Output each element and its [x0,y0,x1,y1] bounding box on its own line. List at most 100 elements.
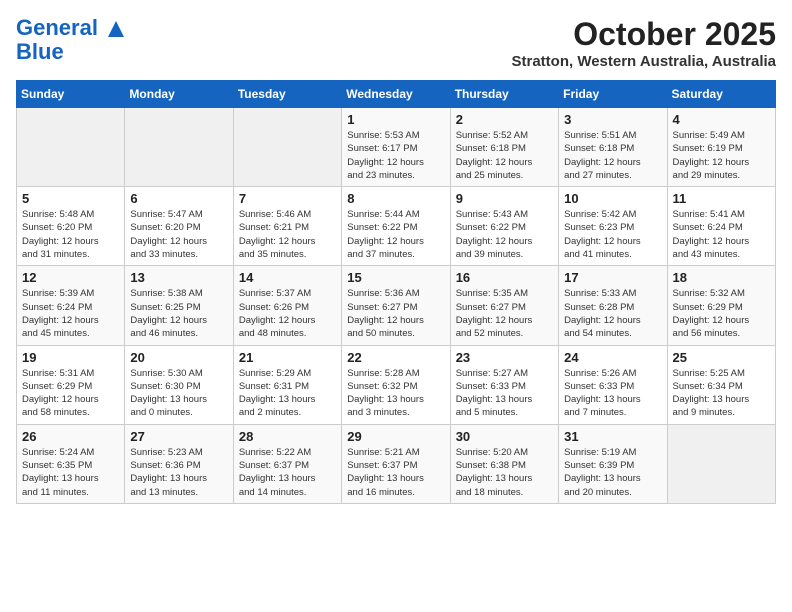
day-number: 4 [673,112,770,127]
day-number: 30 [456,429,553,444]
day-info: Sunrise: 5:37 AM Sunset: 6:26 PM Dayligh… [239,287,336,340]
calendar-cell: 4 Sunrise: 5:49 AM Sunset: 6:19 PM Daylig… [667,108,775,187]
calendar-cell: 20 Sunrise: 5:30 AM Sunset: 6:30 PM Dayli… [125,345,233,424]
day-number: 12 [22,270,119,285]
day-number: 20 [130,350,227,365]
day-number: 9 [456,191,553,206]
day-number: 8 [347,191,444,206]
location-title: Stratton, Western Australia, Australia [511,53,776,70]
calendar-cell: 23 Sunrise: 5:27 AM Sunset: 6:33 PM Dayli… [450,345,558,424]
day-number: 3 [564,112,661,127]
day-info: Sunrise: 5:44 AM Sunset: 6:22 PM Dayligh… [347,208,444,261]
day-number: 28 [239,429,336,444]
calendar-cell: 3 Sunrise: 5:51 AM Sunset: 6:18 PM Daylig… [559,108,667,187]
weekday-header-saturday: Saturday [667,81,775,108]
day-number: 7 [239,191,336,206]
day-info: Sunrise: 5:51 AM Sunset: 6:18 PM Dayligh… [564,129,661,182]
weekday-header-monday: Monday [125,81,233,108]
weekday-header-tuesday: Tuesday [233,81,341,108]
day-number: 11 [673,191,770,206]
calendar-cell: 1 Sunrise: 5:53 AM Sunset: 6:17 PM Daylig… [342,108,450,187]
month-title: October 2025 [511,16,776,53]
week-row-1: 1 Sunrise: 5:53 AM Sunset: 6:17 PM Daylig… [17,108,776,187]
calendar-cell: 26Sunrise: 5:24 AM Sunset: 6:35 PM Dayli… [17,424,125,503]
day-info: Sunrise: 5:48 AM Sunset: 6:20 PM Dayligh… [22,208,119,261]
day-info: Sunrise: 5:32 AM Sunset: 6:29 PM Dayligh… [673,287,770,340]
day-info: Sunrise: 5:28 AM Sunset: 6:32 PM Dayligh… [347,367,444,420]
day-info: Sunrise: 5:36 AM Sunset: 6:27 PM Dayligh… [347,287,444,340]
day-info: Sunrise: 5:31 AM Sunset: 6:29 PM Dayligh… [22,367,119,420]
weekday-header-row: SundayMondayTuesdayWednesdayThursdayFrid… [17,81,776,108]
calendar-cell: 14 Sunrise: 5:37 AM Sunset: 6:26 PM Dayli… [233,266,341,345]
calendar-cell: 2 Sunrise: 5:52 AM Sunset: 6:18 PM Daylig… [450,108,558,187]
day-number: 17 [564,270,661,285]
day-info: Sunrise: 5:22 AM Sunset: 6:37 PM Dayligh… [239,446,336,499]
logo-text: General [16,16,126,40]
week-row-4: 19Sunrise: 5:31 AM Sunset: 6:29 PM Dayli… [17,345,776,424]
calendar-cell [667,424,775,503]
calendar-cell [233,108,341,187]
day-number: 1 [347,112,444,127]
calendar-cell: 18 Sunrise: 5:32 AM Sunset: 6:29 PM Dayli… [667,266,775,345]
day-number: 10 [564,191,661,206]
day-info: Sunrise: 5:49 AM Sunset: 6:19 PM Dayligh… [673,129,770,182]
calendar-cell [125,108,233,187]
calendar-cell: 10 Sunrise: 5:42 AM Sunset: 6:23 PM Dayli… [559,187,667,266]
calendar-cell: 9 Sunrise: 5:43 AM Sunset: 6:22 PM Daylig… [450,187,558,266]
calendar-cell: 16 Sunrise: 5:35 AM Sunset: 6:27 PM Dayli… [450,266,558,345]
day-info: Sunrise: 5:29 AM Sunset: 6:31 PM Dayligh… [239,367,336,420]
calendar-cell: 15 Sunrise: 5:36 AM Sunset: 6:27 PM Dayli… [342,266,450,345]
day-number: 2 [456,112,553,127]
day-info: Sunrise: 5:23 AM Sunset: 6:36 PM Dayligh… [130,446,227,499]
day-info: Sunrise: 5:35 AM Sunset: 6:27 PM Dayligh… [456,287,553,340]
day-info: Sunrise: 5:52 AM Sunset: 6:18 PM Dayligh… [456,129,553,182]
week-row-2: 5 Sunrise: 5:48 AM Sunset: 6:20 PM Daylig… [17,187,776,266]
calendar-cell: 28 Sunrise: 5:22 AM Sunset: 6:37 PM Dayli… [233,424,341,503]
calendar-cell: 6Sunrise: 5:47 AM Sunset: 6:20 PM Daylig… [125,187,233,266]
weekday-header-friday: Friday [559,81,667,108]
day-number: 18 [673,270,770,285]
day-info: Sunrise: 5:20 AM Sunset: 6:38 PM Dayligh… [456,446,553,499]
title-area: October 2025 Stratton, Western Australia… [511,16,776,70]
calendar-cell: 30 Sunrise: 5:20 AM Sunset: 6:38 PM Dayli… [450,424,558,503]
calendar-cell: 12Sunrise: 5:39 AM Sunset: 6:24 PM Dayli… [17,266,125,345]
day-number: 24 [564,350,661,365]
day-number: 31 [564,429,661,444]
day-info: Sunrise: 5:30 AM Sunset: 6:30 PM Dayligh… [130,367,227,420]
day-info: Sunrise: 5:53 AM Sunset: 6:17 PM Dayligh… [347,129,444,182]
day-number: 16 [456,270,553,285]
calendar-cell: 22Sunrise: 5:28 AM Sunset: 6:32 PM Dayli… [342,345,450,424]
day-info: Sunrise: 5:43 AM Sunset: 6:22 PM Dayligh… [456,208,553,261]
day-info: Sunrise: 5:41 AM Sunset: 6:24 PM Dayligh… [673,208,770,261]
day-info: Sunrise: 5:38 AM Sunset: 6:25 PM Dayligh… [130,287,227,340]
day-info: Sunrise: 5:46 AM Sunset: 6:21 PM Dayligh… [239,208,336,261]
day-number: 27 [130,429,227,444]
calendar-cell: 29Sunrise: 5:21 AM Sunset: 6:37 PM Dayli… [342,424,450,503]
day-number: 23 [456,350,553,365]
calendar-cell: 31 Sunrise: 5:19 AM Sunset: 6:39 PM Dayli… [559,424,667,503]
day-number: 25 [673,350,770,365]
calendar-cell [17,108,125,187]
week-row-3: 12Sunrise: 5:39 AM Sunset: 6:24 PM Dayli… [17,266,776,345]
calendar-cell: 5 Sunrise: 5:48 AM Sunset: 6:20 PM Daylig… [17,187,125,266]
calendar-cell: 24 Sunrise: 5:26 AM Sunset: 6:33 PM Dayli… [559,345,667,424]
calendar-cell: 25Sunrise: 5:25 AM Sunset: 6:34 PM Dayli… [667,345,775,424]
day-number: 15 [347,270,444,285]
calendar-cell: 21 Sunrise: 5:29 AM Sunset: 6:31 PM Dayli… [233,345,341,424]
calendar-cell: 8 Sunrise: 5:44 AM Sunset: 6:22 PM Daylig… [342,187,450,266]
day-info: Sunrise: 5:47 AM Sunset: 6:20 PM Dayligh… [130,208,227,261]
day-info: Sunrise: 5:26 AM Sunset: 6:33 PM Dayligh… [564,367,661,420]
week-row-5: 26Sunrise: 5:24 AM Sunset: 6:35 PM Dayli… [17,424,776,503]
day-number: 5 [22,191,119,206]
calendar-cell: 19Sunrise: 5:31 AM Sunset: 6:29 PM Dayli… [17,345,125,424]
calendar-cell: 11 Sunrise: 5:41 AM Sunset: 6:24 PM Dayli… [667,187,775,266]
day-info: Sunrise: 5:42 AM Sunset: 6:23 PM Dayligh… [564,208,661,261]
logo-blue: Blue [16,40,126,64]
calendar-cell: 17Sunrise: 5:33 AM Sunset: 6:28 PM Dayli… [559,266,667,345]
day-info: Sunrise: 5:19 AM Sunset: 6:39 PM Dayligh… [564,446,661,499]
day-info: Sunrise: 5:27 AM Sunset: 6:33 PM Dayligh… [456,367,553,420]
day-number: 14 [239,270,336,285]
day-number: 13 [130,270,227,285]
day-number: 21 [239,350,336,365]
weekday-header-sunday: Sunday [17,81,125,108]
